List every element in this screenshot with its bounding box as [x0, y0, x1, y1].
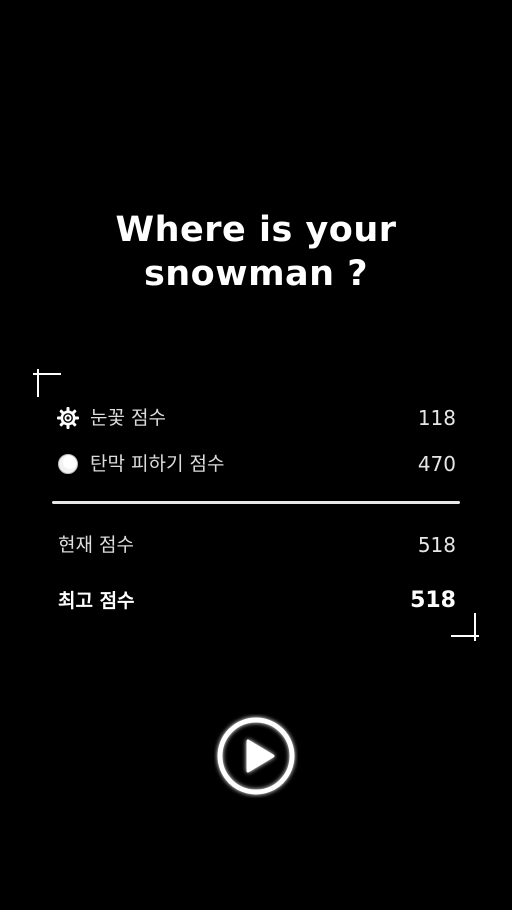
game-title: Where is your snowman ?: [0, 208, 512, 296]
best-score-value: 518: [410, 588, 456, 613]
current-score-value: 518: [417, 533, 456, 557]
title-line-1: Where is your: [115, 210, 397, 250]
play-button[interactable]: [214, 714, 298, 798]
snowflake-score-label: 눈꽃 점수: [90, 407, 166, 429]
dodge-score-row: 탄막 피하기 점수 470: [56, 448, 456, 480]
best-score-row: 최고 점수 518: [56, 585, 456, 617]
snowflake-score-row: 눈꽃 점수 118: [56, 402, 456, 434]
corner-bracket-bottom-right-vertical: [474, 613, 476, 641]
score-divider: [52, 501, 460, 504]
moon-icon: [56, 452, 80, 476]
snowflake-score-value: 118: [417, 406, 456, 430]
best-score-label: 최고 점수: [58, 590, 135, 612]
play-icon: [217, 717, 295, 795]
snowflake-icon: [56, 406, 80, 430]
current-score-label: 현재 점수: [58, 534, 134, 556]
current-score-row: 현재 점수 518: [56, 529, 456, 561]
dodge-score-label: 탄막 피하기 점수: [90, 453, 225, 475]
corner-bracket-top-left-vertical: [37, 369, 39, 397]
dodge-score-value: 470: [417, 452, 456, 476]
title-line-2: snowman ?: [143, 254, 369, 294]
